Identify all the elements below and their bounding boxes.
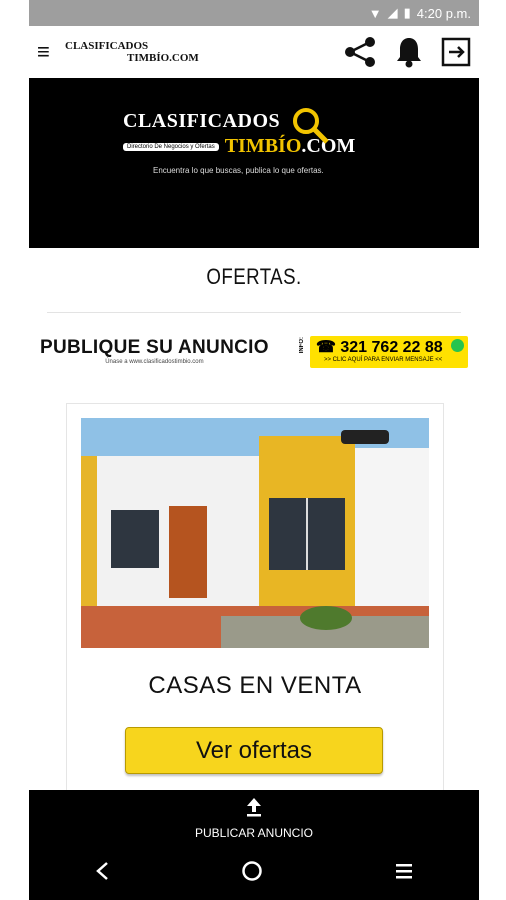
divider bbox=[47, 312, 461, 313]
status-bar: ▼ ◢ ▮ 4:20 p.m. bbox=[29, 0, 479, 26]
logo-line1: CLASIFICADOS bbox=[65, 40, 149, 52]
banner-contact-box[interactable]: ☎ 321 762 22 88 >> CLIC AQUÍ PARA ENVIAR… bbox=[310, 336, 468, 368]
hero-logo: CLASIFICADOS Directorio De Negocios y Of… bbox=[123, 108, 393, 175]
whatsapp-icon bbox=[451, 339, 464, 352]
app-bar: ≡ CLASIFICADOS TIMBÍO.COM bbox=[29, 26, 479, 78]
status-time: 4:20 p.m. bbox=[416, 5, 471, 21]
banner-click-text: >> CLIC AQUÍ PARA ENVIAR MENSAJE << bbox=[324, 357, 443, 363]
menu-icon[interactable]: ≡ bbox=[37, 39, 59, 65]
share-icon[interactable] bbox=[343, 35, 377, 69]
wifi-icon: ▼ bbox=[368, 5, 382, 21]
hero-header: CLASIFICADOS Directorio De Negocios y Of… bbox=[29, 78, 479, 309]
hero-timbio: TIMBÍO bbox=[224, 135, 302, 157]
bell-icon[interactable] bbox=[395, 36, 423, 68]
banner-info-label: INFO: bbox=[299, 337, 305, 354]
house-photo bbox=[81, 418, 429, 648]
home-icon[interactable] bbox=[241, 860, 263, 887]
publish-ad-button[interactable]: PUBLICAR ANUNCIO bbox=[29, 790, 479, 846]
hero-title: CLASIFICADOS bbox=[123, 110, 281, 132]
upload-icon bbox=[246, 798, 262, 823]
logo-line2: TIMBÍO.COM bbox=[127, 52, 199, 64]
signal-icon: ◢ bbox=[387, 5, 398, 20]
app-logo[interactable]: CLASIFICADOS TIMBÍO.COM bbox=[65, 40, 199, 64]
battery-icon: ▮ bbox=[403, 5, 411, 20]
view-offers-button[interactable]: Ver ofertas bbox=[125, 727, 383, 774]
logout-icon[interactable] bbox=[441, 37, 471, 67]
system-nav-bar bbox=[29, 846, 479, 900]
banner-url: Únase a www.clasificadostimbio.com bbox=[105, 359, 204, 365]
magnifier-icon bbox=[293, 108, 329, 144]
card-title: CASAS EN VENTA bbox=[148, 672, 362, 699]
page-title: OFERTAS. bbox=[206, 264, 302, 289]
back-icon[interactable] bbox=[95, 861, 109, 886]
banner-phone: ☎ 321 762 22 88 bbox=[316, 339, 443, 356]
publish-ad-label: PUBLICAR ANUNCIO bbox=[194, 826, 314, 840]
offer-card: CASAS EN VENTA Ver ofertas bbox=[66, 403, 444, 790]
recents-icon[interactable] bbox=[395, 861, 413, 886]
app-frame: ▼ ◢ ▮ 4:20 p.m. ≡ CLASIFICADOS TIMBÍO.CO… bbox=[29, 0, 479, 900]
hero-directorio: Directorio De Negocios y Ofertas bbox=[123, 142, 219, 151]
banner-headline: PUBLIQUE SU ANUNCIO bbox=[40, 337, 269, 358]
main-content: OFERTAS. PUBLIQUE SU ANUNCIO Únase a www… bbox=[29, 248, 479, 790]
publish-banner[interactable]: PUBLIQUE SU ANUNCIO Únase a www.clasific… bbox=[29, 336, 479, 377]
hero-tagline: Encuentra lo que buscas, publica lo que … bbox=[153, 166, 324, 175]
